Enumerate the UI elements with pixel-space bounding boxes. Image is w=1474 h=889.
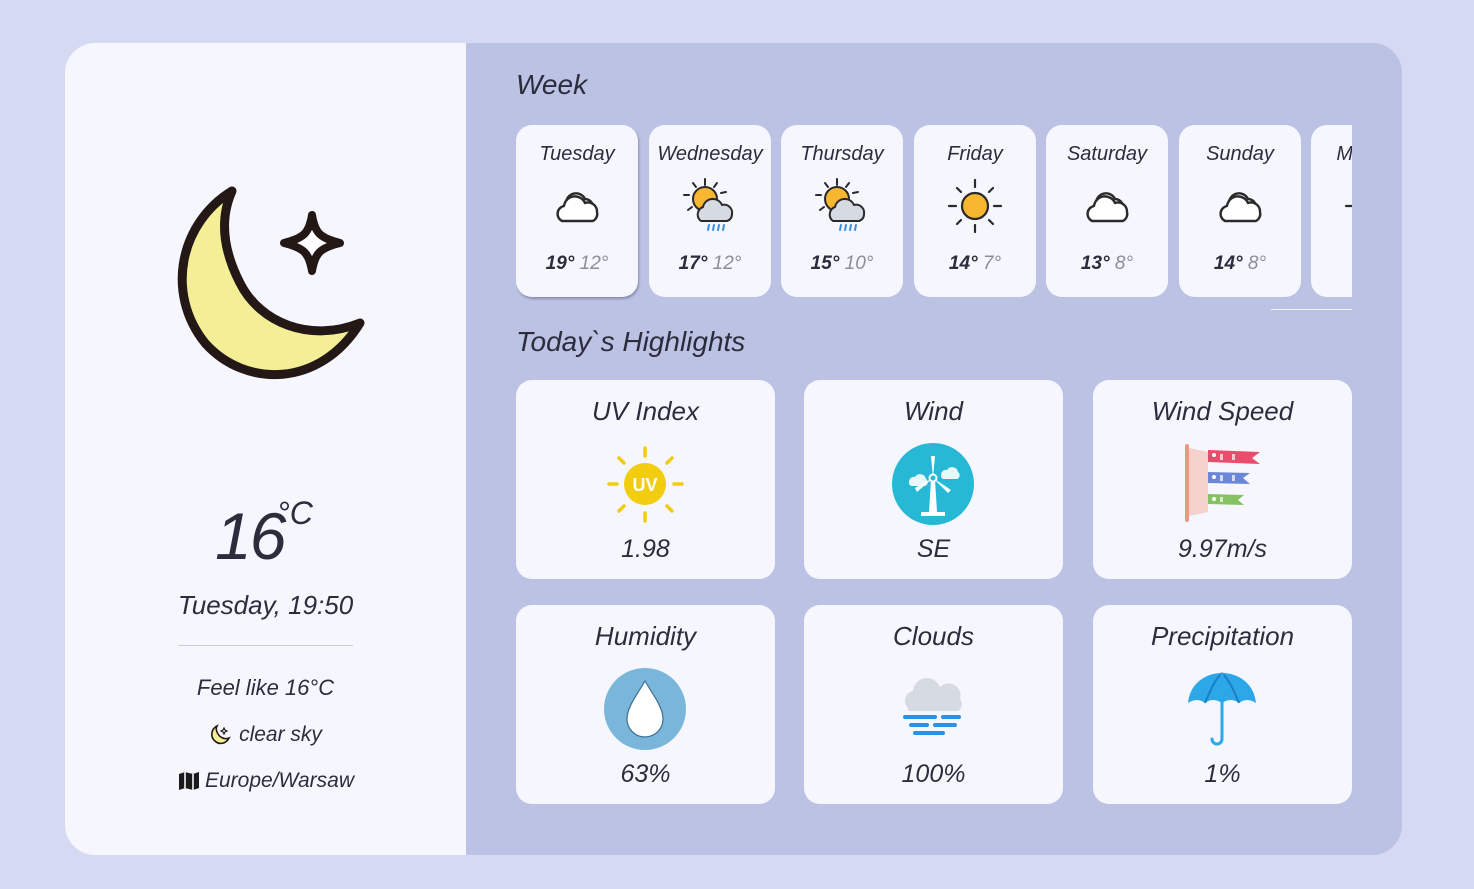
card-title: Clouds: [893, 621, 974, 651]
current-datetime: Tuesday, 19:50: [177, 590, 354, 620]
weather-app: 16 °C Tuesday, 19:50 Feel like 16°C clea…: [65, 43, 1402, 855]
sun-icon: [947, 178, 1003, 234]
humidity-card: Humidity 63%: [516, 605, 775, 804]
day-name: Friday: [947, 143, 1003, 165]
card-title: Wind Speed: [1151, 396, 1294, 426]
uv-sun-icon: UV: [607, 446, 684, 523]
precipitation-card: Precipitation 1%: [1093, 605, 1352, 804]
sun-icon: [1344, 204, 1352, 208]
uv-value: 1.98: [621, 535, 670, 563]
fog-cloud-icon: [903, 678, 962, 735]
uv-icon-text: UV: [632, 475, 657, 495]
day-name: Tuesday: [539, 143, 615, 165]
temp-max: 15°: [810, 253, 840, 274]
small-moon-icon: [211, 724, 231, 745]
day-name: Monday: [1336, 143, 1352, 165]
day-temps: 14° 8°: [1179, 253, 1301, 275]
map-icon: [178, 772, 199, 790]
week-strip[interactable]: Tuesday 19° 12° Wednesday 17° 12° Thursd…: [516, 125, 1352, 301]
day-temps: 15° 10°: [781, 253, 903, 275]
day-temps: 13° 8°: [1046, 253, 1168, 275]
day-temps: 19° 12°: [516, 253, 638, 275]
card-title: Humidity: [594, 621, 697, 651]
temp-max: 14°: [1213, 253, 1243, 274]
card-title: Wind: [903, 396, 963, 426]
clouds-value: 100%: [901, 760, 966, 788]
condition-row: clear sky: [65, 723, 466, 747]
divider: [178, 645, 353, 646]
card-title: UV Index: [592, 396, 699, 426]
temp-max: 17°: [678, 253, 708, 274]
precipitation-value: 1%: [1204, 760, 1241, 788]
current-weather-panel: 16 °C Tuesday, 19:50 Feel like 16°C clea…: [65, 43, 466, 855]
condition-text: clear sky: [239, 723, 322, 746]
card-title: Precipitation: [1150, 621, 1295, 651]
day-temps: 17° 12°: [649, 253, 771, 275]
uv-index-card: UV Index UV 1.98: [516, 380, 775, 579]
week-title: Week: [516, 69, 588, 100]
temp-max: 19°: [545, 253, 575, 274]
wind-card: Wind SE: [804, 380, 1063, 579]
temp-min: 12°: [712, 253, 742, 274]
day-name: Wednesday: [657, 143, 763, 165]
temp-min: 8°: [1247, 253, 1267, 274]
temp-min: 10°: [844, 253, 874, 274]
wind-turbine-icon: [892, 443, 974, 525]
temp-max: 14°: [948, 253, 978, 274]
sun-rain-icon: [683, 178, 734, 231]
day-card-monday[interactable]: Monday 1: [1311, 125, 1352, 297]
day-name: Saturday: [1066, 143, 1148, 165]
day-card-wednesday[interactable]: Wednesday 17° 12°: [649, 125, 771, 297]
sun-rain-icon: [815, 178, 866, 231]
humidity-value: 63%: [620, 760, 671, 788]
wind-speed-value: 9.97m/s: [1178, 535, 1267, 563]
moon-star-icon: [177, 186, 365, 380]
week-scrollbar[interactable]: [1271, 309, 1352, 310]
day-name: Thursday: [800, 143, 884, 165]
timezone-text: Europe/Warsaw: [204, 769, 354, 792]
temp-min: 12°: [579, 253, 609, 274]
cloudy-icon: [556, 192, 599, 223]
current-temperature: 16: [215, 499, 286, 573]
windsock-icon: [1185, 444, 1260, 522]
cloudy-icon: [1086, 192, 1129, 223]
day-temps: 14° 7°: [914, 253, 1036, 275]
highlights-title: Today`s Highlights: [516, 326, 746, 357]
timezone-row: Europe/Warsaw: [65, 769, 466, 793]
day-card-saturday[interactable]: Saturday 13° 8°: [1046, 125, 1168, 297]
water-drop-icon: [604, 668, 686, 750]
cloudy-icon: [1219, 192, 1262, 223]
day-card-friday[interactable]: Friday 14° 7°: [914, 125, 1036, 297]
day-temps: 1: [1311, 253, 1352, 275]
feels-like: Feel like 16°C: [196, 675, 335, 700]
wind-speed-card: Wind Speed 9.97m/s: [1093, 380, 1352, 579]
forecast-panel: Week Tuesday 19° 12° Wednesday 17° 12° T…: [466, 43, 1402, 855]
day-card-tuesday[interactable]: Tuesday 19° 12°: [516, 125, 638, 297]
day-card-thursday[interactable]: Thursday 15° 10°: [781, 125, 903, 297]
day-name: Sunday: [1206, 143, 1274, 165]
temperature-unit: °C: [277, 495, 313, 531]
wind-value: SE: [916, 535, 951, 563]
temp-min: 7°: [982, 253, 1002, 274]
umbrella-icon: [1188, 672, 1256, 746]
temp-max: 13°: [1080, 253, 1110, 274]
temp-min: 8°: [1114, 253, 1134, 274]
clouds-card: Clouds 100%: [804, 605, 1063, 804]
day-card-sunday[interactable]: Sunday 14° 8°: [1179, 125, 1301, 297]
